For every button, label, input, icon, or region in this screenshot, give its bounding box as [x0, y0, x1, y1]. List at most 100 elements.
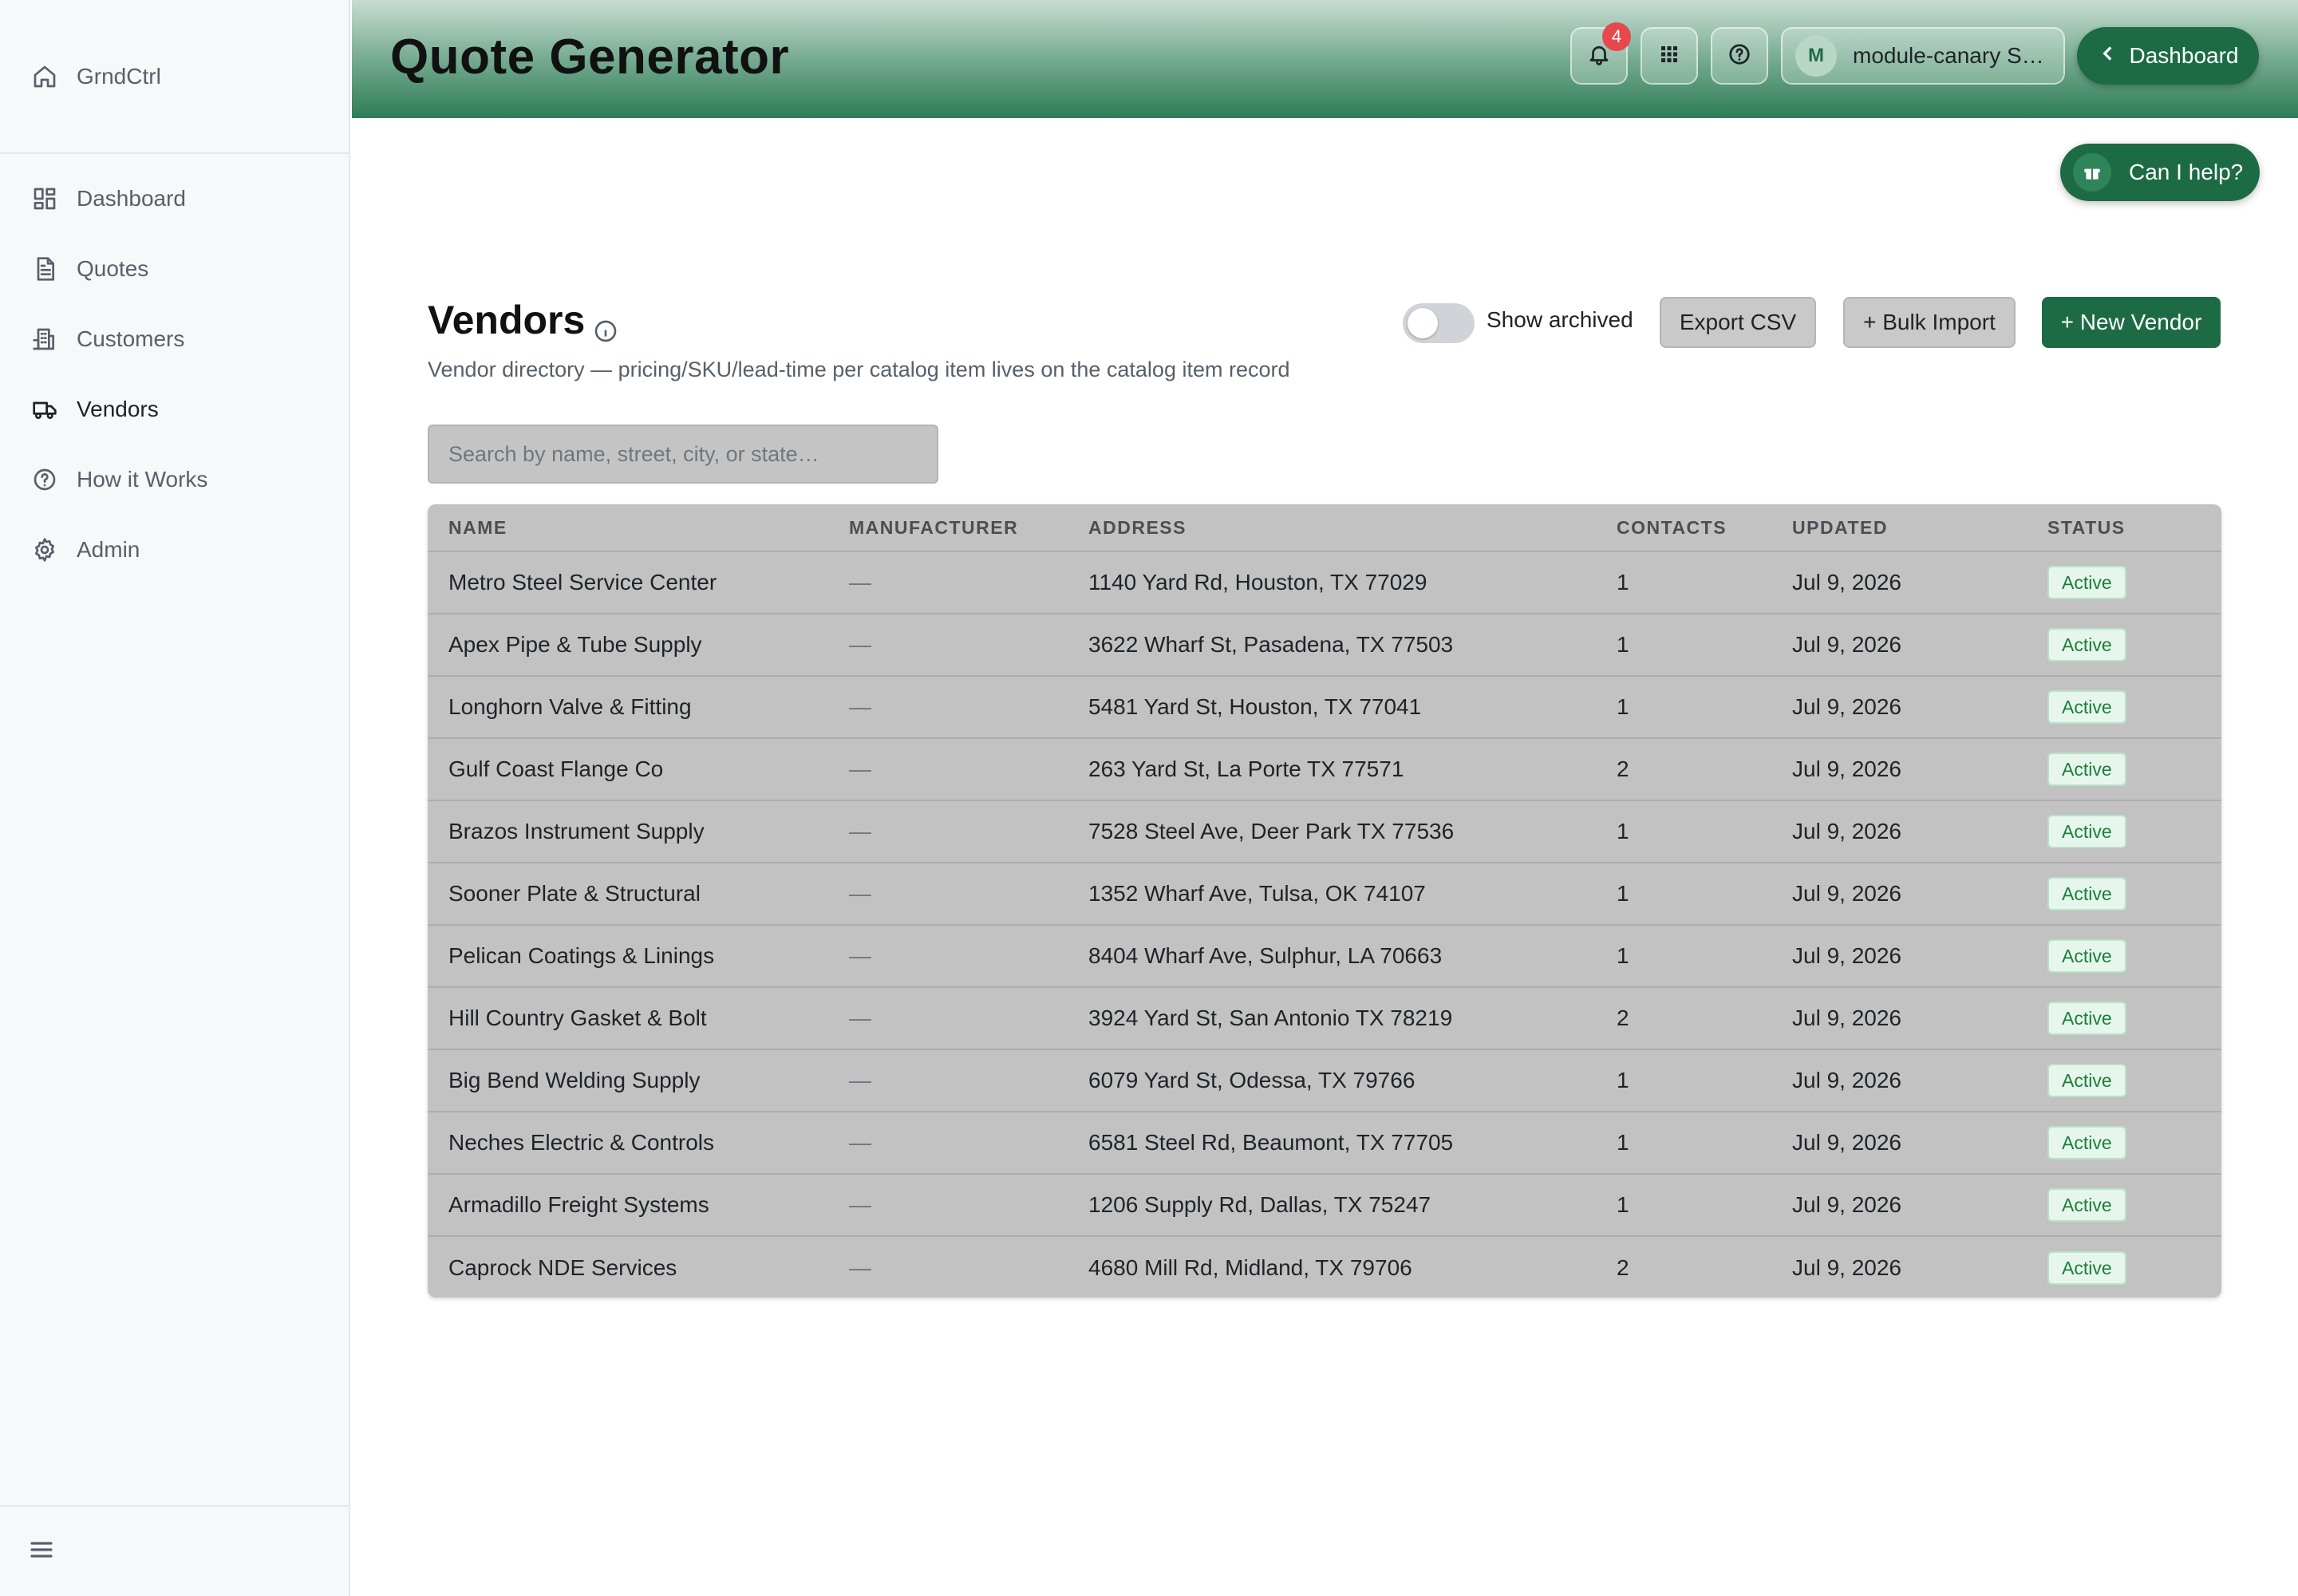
column-header-address[interactable]: ADDRESS	[1088, 517, 1187, 539]
table-row[interactable]: Pelican Coatings & Linings — 8404 Wharf Av…	[428, 926, 2221, 988]
vendor-contacts: 1	[1617, 1068, 1629, 1092]
status-badge: Active	[2047, 1187, 2126, 1222]
sidebar-nav: Dashboard Quotes Customers Vendors How i…	[0, 154, 349, 585]
dashboard-button[interactable]: Dashboard	[2077, 27, 2259, 85]
vendor-manufacturer: —	[849, 1068, 871, 1092]
table-row[interactable]: Hill Country Gasket & Bolt — 3924 Yard St,…	[428, 988, 2221, 1050]
assistant-help-label: Can I help?	[2129, 160, 2244, 184]
vendor-name: Apex Pipe & Tube Supply	[448, 632, 702, 657]
apps-button[interactable]	[1641, 27, 1698, 85]
vendor-manufacturer: —	[849, 1005, 871, 1030]
vendor-contacts: 1	[1617, 570, 1629, 595]
table-row[interactable]: Longhorn Valve & Fitting — 5481 Yard St, H…	[428, 677, 2221, 739]
table-row[interactable]: Gulf Coast Flange Co — 263 Yard St, La Por…	[428, 739, 2221, 801]
show-archived-toggle[interactable]	[1403, 303, 1475, 343]
vendor-address: 6079 Yard St, Odessa, TX 79766	[1088, 1068, 1416, 1092]
vendor-address: 3924 Yard St, San Antonio TX 78219	[1088, 1005, 1453, 1030]
status-cell: Active	[2047, 689, 2126, 724]
assistant-help-button[interactable]: Can I help?	[2060, 144, 2260, 201]
status-badge: Active	[2047, 565, 2126, 599]
gift-icon	[2073, 153, 2111, 192]
sidebar-item-vendors[interactable]: Vendors	[0, 374, 349, 444]
sidebar-collapse-button[interactable]	[0, 1505, 349, 1596]
status-cell: Active	[2047, 752, 2126, 786]
vendor-address: 6581 Steel Rd, Beaumont, TX 77705	[1088, 1130, 1454, 1155]
chevron-left-icon	[2098, 43, 2130, 69]
table-row[interactable]: Big Bend Welding Supply — 6079 Yard St, Od…	[428, 1050, 2221, 1112]
status-cell: Active	[2047, 1125, 2126, 1159]
column-header-updated[interactable]: UPDATED	[1792, 517, 1888, 539]
help-circle-icon	[1727, 42, 1751, 70]
sidebar-item-quotes[interactable]: Quotes	[0, 234, 349, 304]
sidebar: GrndCtrl Dashboard Quotes Customers Vend…	[0, 0, 350, 1596]
table-row[interactable]: Armadillo Freight Systems — 1206 Supply Rd…	[428, 1175, 2221, 1237]
vendor-updated: Jul 9, 2026	[1792, 570, 1901, 595]
sidebar-item-how-it-works[interactable]: How it Works	[0, 444, 349, 515]
status-badge: Active	[2047, 876, 2126, 911]
vendor-address: 1206 Supply Rd, Dallas, TX 75247	[1088, 1192, 1431, 1217]
sidebar-item-customers[interactable]: Customers	[0, 304, 349, 374]
status-cell: Active	[2047, 1187, 2126, 1222]
section-title: Vendors	[428, 297, 618, 343]
table-row[interactable]: Metro Steel Service Center — 1140 Yard Rd,…	[428, 552, 2221, 614]
column-header-status[interactable]: STATUS	[2047, 517, 2126, 539]
status-badge: Active	[2047, 938, 2126, 973]
column-header-contacts[interactable]: CONTACTS	[1617, 517, 1727, 539]
status-cell: Active	[2047, 938, 2126, 973]
new-vendor-button[interactable]: + New Vendor	[2042, 297, 2221, 348]
table-row[interactable]: Brazos Instrument Supply — 7528 Steel Ave,…	[428, 801, 2221, 863]
toggle-knob	[1408, 308, 1438, 338]
vendor-contacts: 1	[1617, 632, 1629, 657]
status-badge: Active	[2047, 752, 2126, 786]
vendor-contacts: 1	[1617, 1192, 1629, 1217]
export-csv-button[interactable]: Export CSV	[1660, 297, 1816, 348]
vendor-name: Gulf Coast Flange Co	[448, 757, 664, 781]
vendor-manufacturer: —	[849, 1130, 871, 1155]
vendor-updated: Jul 9, 2026	[1792, 819, 1901, 843]
table-row[interactable]: Caprock NDE Services — 4680 Mill Rd, Midla…	[428, 1237, 2221, 1298]
bulk-import-button[interactable]: + Bulk Import	[1843, 297, 2016, 348]
vendor-address: 3622 Wharf St, Pasadena, TX 77503	[1088, 632, 1454, 657]
vendor-updated: Jul 9, 2026	[1792, 1005, 1901, 1030]
vendor-address: 1140 Yard Rd, Houston, TX 77029	[1088, 570, 1427, 595]
sidebar-item-admin[interactable]: Admin	[0, 515, 349, 585]
vendor-contacts: 1	[1617, 819, 1629, 843]
vendor-name: Sooner Plate & Structural	[448, 881, 701, 906]
table-row[interactable]: Apex Pipe & Tube Supply — 3622 Wharf St, P…	[428, 614, 2221, 677]
vendor-updated: Jul 9, 2026	[1792, 1192, 1901, 1217]
vendor-updated: Jul 9, 2026	[1792, 1068, 1901, 1092]
dashboard-button-label: Dashboard	[2129, 43, 2239, 68]
status-cell: Active	[2047, 814, 2126, 848]
gear-icon	[32, 537, 57, 563]
status-badge: Active	[2047, 1001, 2126, 1035]
user-menu-button[interactable]: M module-canary S…	[1781, 27, 2065, 85]
table-header: NAME MANUFACTURER ADDRESS CONTACTS UPDAT…	[428, 504, 2221, 552]
vendor-updated: Jul 9, 2026	[1792, 632, 1901, 657]
truck-icon	[32, 397, 57, 422]
column-header-name[interactable]: NAME	[448, 517, 507, 539]
status-cell: Active	[2047, 1250, 2126, 1285]
status-badge: Active	[2047, 1125, 2126, 1159]
vendor-name: Hill Country Gasket & Bolt	[448, 1005, 707, 1030]
info-icon[interactable]	[593, 307, 618, 342]
vendor-name: Pelican Coatings & Linings	[448, 943, 715, 968]
vendor-manufacturer: —	[849, 943, 871, 968]
help-circle-icon	[32, 467, 57, 492]
sidebar-item-dashboard[interactable]: Dashboard	[0, 164, 349, 234]
status-badge: Active	[2047, 1250, 2126, 1285]
table-row[interactable]: Sooner Plate & Structural — 1352 Wharf Ave…	[428, 863, 2221, 926]
vendor-address: 1352 Wharf Ave, Tulsa, OK 74107	[1088, 881, 1426, 906]
status-badge: Active	[2047, 1063, 2126, 1097]
status-badge: Active	[2047, 814, 2126, 848]
sidebar-brand[interactable]: GrndCtrl	[0, 0, 349, 154]
search-input[interactable]	[428, 425, 938, 484]
help-button[interactable]	[1711, 27, 1768, 85]
column-header-manufacturer[interactable]: MANUFACTURER	[849, 517, 1018, 539]
notifications-button[interactable]: 4	[1570, 22, 1631, 85]
table-row[interactable]: Neches Electric & Controls — 6581 Steel Rd…	[428, 1112, 2221, 1175]
status-badge: Active	[2047, 627, 2126, 662]
section-title-text: Vendors	[428, 298, 586, 342]
vendor-name: Caprock NDE Services	[448, 1255, 677, 1280]
vendor-updated: Jul 9, 2026	[1792, 694, 1901, 719]
page-title: Quote Generator	[390, 30, 790, 85]
